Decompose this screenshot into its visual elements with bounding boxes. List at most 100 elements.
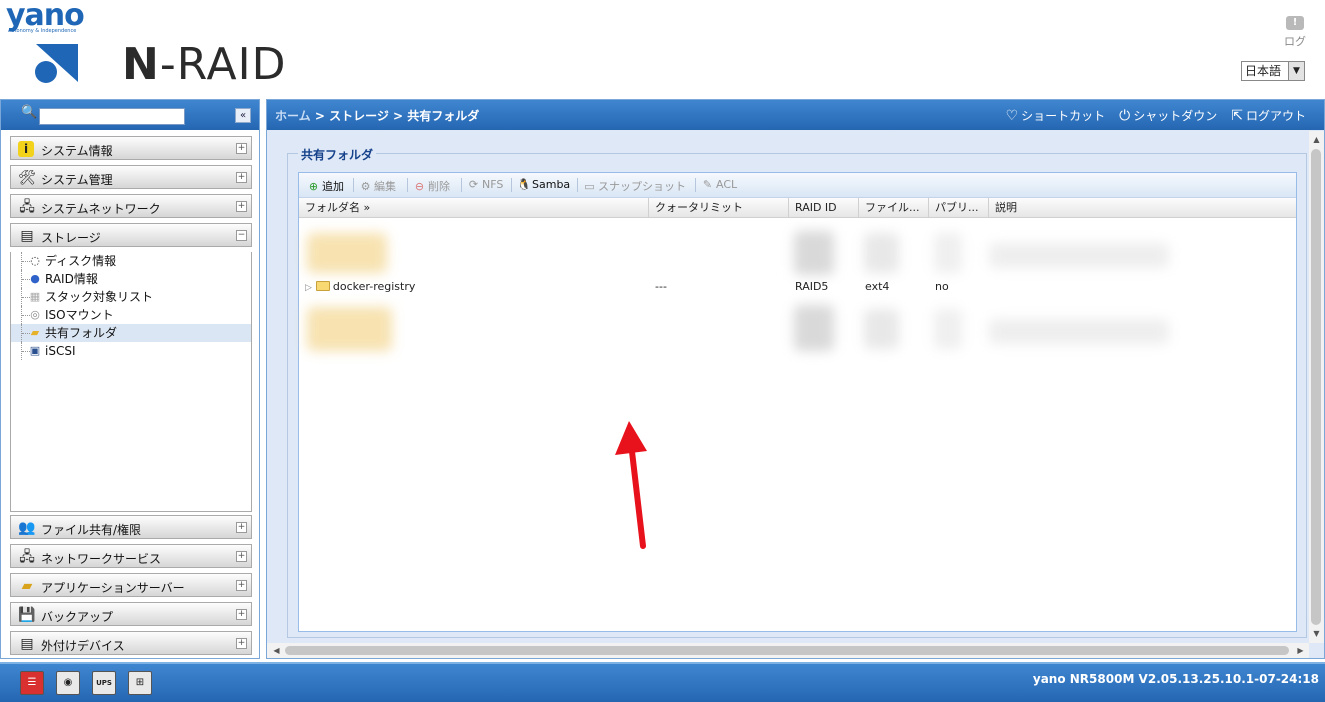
collapse-sidebar-button[interactable]: « — [235, 108, 251, 123]
nraid-logo-mark — [35, 44, 78, 83]
info-icon: i — [18, 141, 34, 157]
tree-item-shared-folder[interactable]: ▰ 共有フォルダ — [11, 324, 251, 342]
tree-item-raid-info[interactable]: ● RAID情報 — [11, 270, 251, 288]
sidebar-section-storage[interactable]: ▤ ストレージ − — [10, 223, 252, 247]
acl-icon: ✎ — [702, 178, 713, 191]
app-server-icon: ▰ — [21, 578, 33, 594]
horizontal-scrollbar[interactable]: ◀ ▶ — [267, 643, 1309, 658]
samba-button[interactable]: 🐧 Samba — [517, 178, 570, 191]
col-folder-name[interactable]: フォルダ名 » — [299, 198, 649, 218]
delete-button[interactable]: ⊖ 削除 — [413, 178, 450, 194]
network-icon: ⊞ — [135, 677, 145, 688]
logout-button[interactable]: ⇱ ログアウト — [1231, 107, 1306, 124]
scrollbar-thumb[interactable] — [285, 646, 1289, 655]
expand-icon[interactable]: + — [236, 522, 247, 533]
shutdown-button[interactable]: ⏻ シャットダウン — [1119, 107, 1217, 124]
network-service-icon: 🖧 — [19, 549, 35, 565]
sidebar-section-system-admin[interactable]: 🛠 システム管理 + — [10, 165, 252, 189]
breadcrumb-storage[interactable]: ストレージ — [329, 109, 389, 123]
expand-icon[interactable]: ▷ — [305, 283, 312, 293]
folder-icon — [315, 281, 330, 291]
power-icon: ⏻ — [1119, 107, 1131, 124]
scroll-left-icon[interactable]: ◀ — [269, 644, 284, 658]
sidebar-section-network-service[interactable]: 🖧 ネットワークサービス + — [10, 544, 252, 568]
shortcut-button[interactable]: ♡ ショートカット — [1006, 107, 1106, 124]
sidebar-section-file-share[interactable]: 👥 ファイル共有/権限 + — [10, 515, 252, 539]
snapshot-button[interactable]: ▭ スナップショット — [583, 178, 686, 194]
tree-item-iso-mount[interactable]: ◎ ISOマウント — [11, 306, 251, 324]
raid-icon: ● — [30, 272, 40, 285]
sidebar-section-external-device[interactable]: ▤ 外付けデバイス + — [10, 631, 252, 655]
backup-icon: 💾 — [18, 607, 36, 623]
fieldset-title: 共有フォルダ — [298, 146, 377, 163]
disk-status-button[interactable]: ◉ — [56, 671, 80, 695]
col-description[interactable]: 説明 — [989, 198, 1296, 218]
redacted-row — [989, 243, 1169, 268]
server-status-button[interactable]: ☰ — [20, 671, 44, 695]
expand-icon[interactable]: + — [236, 172, 247, 183]
acl-button[interactable]: ✎ ACL — [701, 178, 737, 191]
log-button[interactable]: ! ログ — [1280, 16, 1310, 49]
nfs-icon: ⟳ — [468, 178, 479, 191]
col-filesystem[interactable]: ファイル... — [859, 198, 929, 218]
top-actions: ♡ ショートカット ⏻ シャットダウン ⇱ ログアウト — [1006, 107, 1306, 124]
tools-icon: 🛠 — [18, 170, 36, 186]
redacted-row — [864, 309, 899, 349]
vertical-scrollbar[interactable]: ▲ ▼ — [1309, 131, 1324, 643]
header: yano Autonomy & Independence N-RAID ! ログ… — [0, 0, 1325, 98]
iscsi-icon: ▣ — [29, 344, 41, 357]
nfs-button[interactable]: ⟳ NFS — [467, 178, 503, 191]
redacted-row — [864, 233, 899, 273]
expand-icon[interactable]: + — [236, 609, 247, 620]
yano-logo: yano Autonomy & Independence — [6, 0, 85, 35]
sidebar-section-app-server[interactable]: ▰ アプリケーションサーバー + — [10, 573, 252, 597]
expand-icon[interactable]: + — [236, 551, 247, 562]
breadcrumb: ホーム > ストレージ > 共有フォルダ — [275, 109, 480, 123]
logout-icon: ⇱ — [1231, 107, 1243, 124]
shared-folder-grid: ⊕ 追加 ⚙ 編集 ⊖ 削除 ⟳ NFS 🐧 Samba ▭ スナップショット ✎ ACL フ… — [298, 172, 1297, 632]
scroll-right-icon[interactable]: ▶ — [1293, 644, 1308, 658]
expand-icon[interactable]: + — [236, 580, 247, 591]
scrollbar-thumb[interactable] — [1311, 149, 1321, 625]
expand-icon[interactable]: + — [236, 143, 247, 154]
col-public[interactable]: パブリ... — [929, 198, 989, 218]
sidebar-header: 🔍 « — [1, 100, 259, 130]
col-quota[interactable]: クォータリミット — [649, 198, 789, 218]
disk-icon: ◌ — [30, 254, 40, 267]
collapse-icon[interactable]: − — [236, 230, 247, 241]
add-icon: ⊕ — [308, 179, 319, 193]
redacted-row — [989, 319, 1169, 344]
redacted-row — [307, 307, 392, 351]
language-select[interactable]: 日本語 ▼ — [1241, 61, 1305, 81]
chevron-down-icon: ▼ — [1288, 62, 1304, 80]
tree-item-disk-info[interactable]: ◌ ディスク情報 — [11, 252, 251, 270]
snapshot-icon: ▭ — [584, 179, 595, 193]
tree-item-stack-list[interactable]: ▦ スタック対象リスト — [11, 288, 251, 306]
users-icon: 👥 — [18, 520, 36, 536]
storage-tree: ◌ ディスク情報 ● RAID情報 ▦ スタック対象リスト ◎ ISOマウント … — [10, 252, 252, 512]
table-row[interactable]: ▷ docker-registry --- RAID5 ext4 no — [299, 277, 1296, 297]
search-input[interactable] — [39, 108, 185, 125]
expand-icon[interactable]: + — [236, 201, 247, 212]
ups-status-button[interactable]: UPS — [92, 671, 116, 695]
tree-item-iscsi[interactable]: ▣ iSCSI — [11, 342, 251, 360]
add-button[interactable]: ⊕ 追加 — [307, 178, 344, 194]
redacted-row — [934, 309, 962, 349]
expand-icon[interactable]: + — [236, 638, 247, 649]
col-raid-id[interactable]: RAID ID — [789, 198, 859, 218]
grid-toolbar: ⊕ 追加 ⚙ 編集 ⊖ 削除 ⟳ NFS 🐧 Samba ▭ スナップショット ✎ ACL — [299, 173, 1296, 198]
sidebar-section-backup[interactable]: 💾 バックアップ + — [10, 602, 252, 626]
breadcrumb-home[interactable]: ホーム — [275, 109, 311, 123]
sidebar-section-system-info[interactable]: i システム情報 + — [10, 136, 252, 160]
search-icon: 🔍 — [21, 105, 38, 120]
sidebar-section-system-network[interactable]: 🖧 システムネットワーク + — [10, 194, 252, 218]
redacted-row — [794, 231, 834, 275]
scroll-up-icon[interactable]: ▲ — [1309, 133, 1324, 147]
scroll-down-icon[interactable]: ▼ — [1309, 627, 1324, 641]
ups-icon: UPS — [96, 679, 112, 687]
samba-icon: 🐧 — [517, 178, 531, 191]
edit-button[interactable]: ⚙ 編集 — [359, 178, 396, 194]
annotation-arrow — [615, 421, 647, 549]
network-status-button[interactable]: ⊞ — [128, 671, 152, 695]
sidebar: 🔍 « i システム情報 + 🛠 システム管理 + 🖧 システムネットワーク +… — [0, 99, 260, 659]
